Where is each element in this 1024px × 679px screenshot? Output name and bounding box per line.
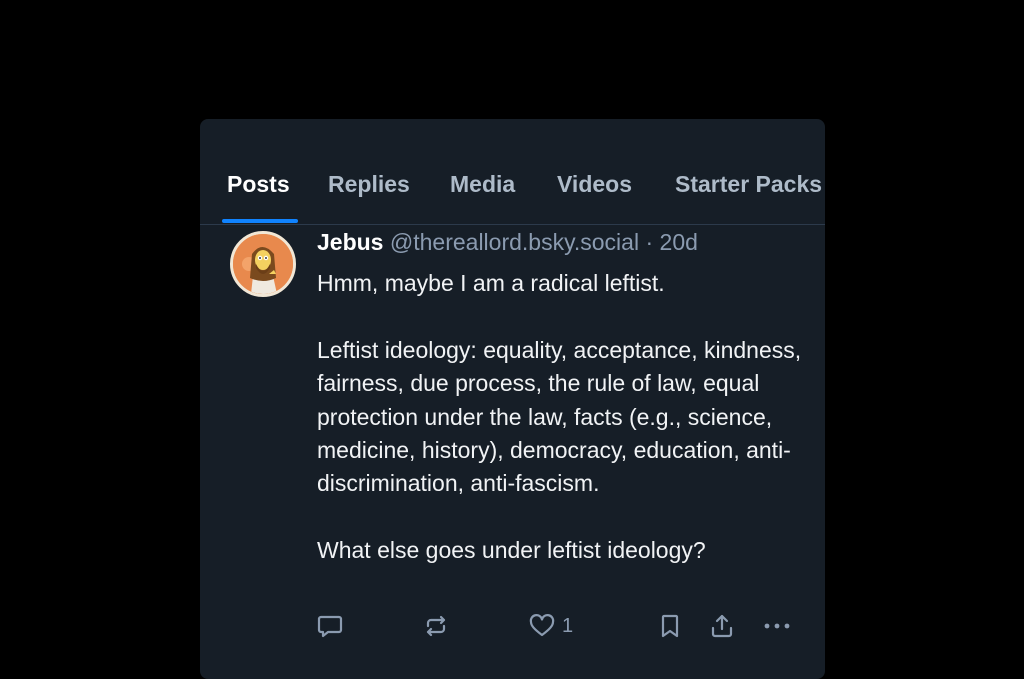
post-paragraph: What else goes under leftist ideology? xyxy=(317,537,706,564)
heart-icon xyxy=(529,614,555,637)
post-actions: 1 xyxy=(200,609,825,643)
tab-starter-packs[interactable]: Starter Packs xyxy=(675,171,822,198)
more-options-button[interactable] xyxy=(762,609,792,643)
like-count: 1 xyxy=(562,614,574,637)
repost-button[interactable] xyxy=(422,609,450,643)
profile-feed-card: Posts Replies Media Videos Starter Packs xyxy=(200,119,825,679)
avatar-jesus-cartoon-icon xyxy=(233,234,293,294)
share-button[interactable] xyxy=(708,609,736,643)
tab-media[interactable]: Media xyxy=(450,171,515,198)
display-name[interactable]: Jebus xyxy=(317,229,383,255)
like-button[interactable]: 1 xyxy=(528,609,573,643)
tab-posts[interactable]: Posts xyxy=(227,171,290,198)
bookmark-icon xyxy=(661,614,679,638)
tab-replies[interactable]: Replies xyxy=(328,171,410,198)
avatar[interactable] xyxy=(230,231,296,297)
ellipsis-icon xyxy=(764,623,790,629)
separator-dot: · xyxy=(645,229,654,255)
user-handle[interactable]: @thereallord.bsky.social xyxy=(390,229,639,255)
active-tab-indicator xyxy=(222,219,298,223)
tab-videos[interactable]: Videos xyxy=(557,171,632,198)
repost-arrows-icon xyxy=(426,615,446,637)
reply-button[interactable] xyxy=(316,609,344,643)
post-body: Hmm, maybe I am a radical leftist. Lefti… xyxy=(317,267,817,568)
share-upload-icon xyxy=(711,614,733,638)
speech-bubble-icon xyxy=(317,615,343,638)
profile-tabs: Posts Replies Media Videos Starter Packs xyxy=(200,119,825,225)
post-header: Jebus @thereallord.bsky.social · 20d xyxy=(317,229,698,256)
post-paragraph: Hmm, maybe I am a radical leftist. xyxy=(317,270,665,296)
post-paragraph: Leftist ideology: equality, acceptance, … xyxy=(317,336,802,497)
bookmark-button[interactable] xyxy=(656,609,684,643)
post-timestamp[interactable]: 20d xyxy=(660,229,698,255)
